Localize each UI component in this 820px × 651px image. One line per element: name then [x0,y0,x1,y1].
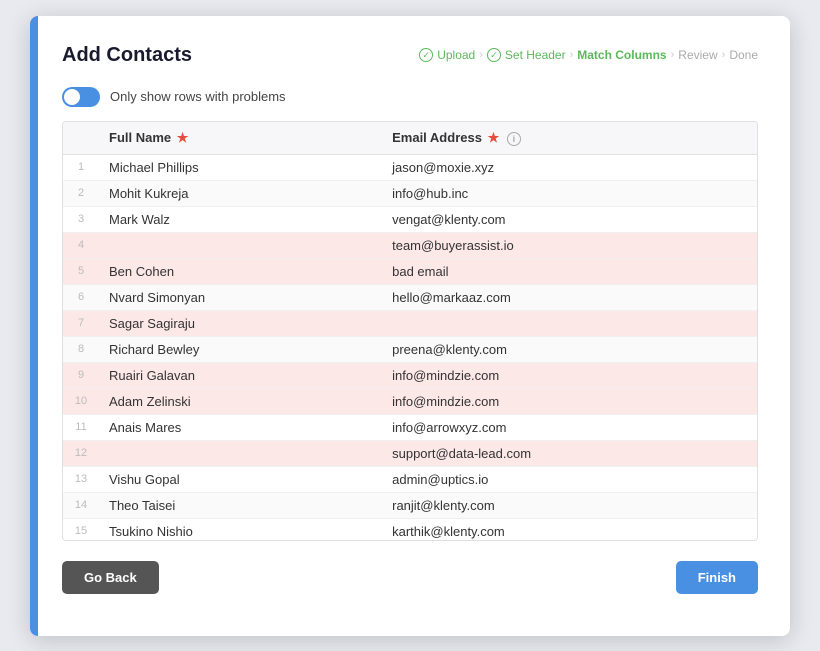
table-body: 1Michael Phillipsjason@moxie.xyz2Mohit K… [63,154,757,541]
breadcrumb-sep: › [570,49,574,61]
row-full-name: Adam Zelinski [99,388,382,414]
row-full-name: Richard Bewley [99,336,382,362]
row-num: 10 [63,388,99,414]
table-row: 9Ruairi Galavaninfo@mindzie.com [63,362,757,388]
row-email: hello@markaaz.com [382,284,757,310]
table-row: 7Sagar Sagiraju [63,310,757,336]
table-row: 8Richard Bewleypreena@klenty.com [63,336,757,362]
row-num: 12 [63,440,99,466]
row-full-name: Michael Phillips [99,154,382,180]
table-row: 14Theo Taiseiranjit@klenty.com [63,492,757,518]
breadcrumb: ✓Upload›✓Set Header›Match Columns›Review… [419,48,758,62]
breadcrumb-sep: › [671,49,675,61]
row-full-name: Theo Taisei [99,492,382,518]
breadcrumb-label: Match Columns [577,48,666,62]
row-full-name: Nvard Simonyan [99,284,382,310]
left-accent-bar [30,16,38,636]
row-num: 8 [63,336,99,362]
breadcrumb-label: Set Header [505,48,566,62]
row-num: 13 [63,466,99,492]
breadcrumb-label: Review [678,48,717,62]
row-full-name: Mark Walz [99,206,382,232]
row-num: 15 [63,518,99,541]
table-row: 5Ben Cohenbad email [63,258,757,284]
row-num: 7 [63,310,99,336]
row-email: preena@klenty.com [382,336,757,362]
breadcrumb-label: Done [729,48,758,62]
row-full-name: Anais Mares [99,414,382,440]
row-num: 11 [63,414,99,440]
check-icon: ✓ [419,48,433,62]
table-header-row: Full Name ★ Email Address ★ i [63,122,757,155]
col-email-label: Email Address [392,130,482,145]
full-name-required-star: ★ [177,130,189,145]
email-required-star: ★ [488,130,500,145]
toggle-label: Only show rows with problems [110,89,286,104]
toggle-row: Only show rows with problems [62,87,758,107]
contacts-table: Full Name ★ Email Address ★ i 1Michael P… [63,122,757,541]
row-email: info@mindzie.com [382,388,757,414]
breadcrumb-item-match-columns: Match Columns [577,48,666,62]
modal-header: Add Contacts ✓Upload›✓Set Header›Match C… [62,44,758,67]
modal-title: Add Contacts [62,44,192,67]
col-num [63,122,99,155]
row-email [382,310,757,336]
row-email: bad email [382,258,757,284]
table-row: 2Mohit Kukrejainfo@hub.inc [63,180,757,206]
breadcrumb-item-upload: ✓ Upload [419,48,475,62]
row-email: karthik@klenty.com [382,518,757,541]
row-full-name: Mohit Kukreja [99,180,382,206]
table-row: 15Tsukino Nishiokarthik@klenty.com [63,518,757,541]
row-full-name: Sagar Sagiraju [99,310,382,336]
table-row: 11Anais Maresinfo@arrowxyz.com [63,414,757,440]
row-email: vengat@klenty.com [382,206,757,232]
email-info-icon[interactable]: i [507,132,521,146]
row-email: jason@moxie.xyz [382,154,757,180]
row-email: team@buyerassist.io [382,232,757,258]
col-full-name: Full Name ★ [99,122,382,155]
row-num: 4 [63,232,99,258]
table-row: 10Adam Zelinskiinfo@mindzie.com [63,388,757,414]
breadcrumb-sep: › [722,49,726,61]
contacts-table-container: Full Name ★ Email Address ★ i 1Michael P… [62,121,758,541]
add-contacts-modal: Add Contacts ✓Upload›✓Set Header›Match C… [30,16,790,636]
problems-toggle[interactable] [62,87,100,107]
row-full-name [99,440,382,466]
go-back-button[interactable]: Go Back [62,561,159,594]
table-row: 13Vishu Gopaladmin@uptics.io [63,466,757,492]
check-icon: ✓ [487,48,501,62]
row-full-name: Vishu Gopal [99,466,382,492]
finish-button[interactable]: Finish [676,561,758,594]
row-full-name: Ben Cohen [99,258,382,284]
breadcrumb-item-done: Done [729,48,758,62]
modal-footer: Go Back Finish [62,561,758,594]
row-num: 6 [63,284,99,310]
col-email: Email Address ★ i [382,122,757,155]
table-row: 4 team@buyerassist.io [63,232,757,258]
row-email: info@mindzie.com [382,362,757,388]
table-row: 6Nvard Simonyanhello@markaaz.com [63,284,757,310]
table-row: 1Michael Phillipsjason@moxie.xyz [63,154,757,180]
row-email: admin@uptics.io [382,466,757,492]
row-email: info@arrowxyz.com [382,414,757,440]
table-row: 3Mark Walzvengat@klenty.com [63,206,757,232]
row-full-name: Tsukino Nishio [99,518,382,541]
row-num: 2 [63,180,99,206]
col-full-name-label: Full Name [109,130,171,145]
breadcrumb-item-set-header: ✓ Set Header [487,48,566,62]
row-num: 14 [63,492,99,518]
row-email: support@data-lead.com [382,440,757,466]
breadcrumb-item-review: Review [678,48,717,62]
table-row: 12 support@data-lead.com [63,440,757,466]
row-num: 3 [63,206,99,232]
breadcrumb-sep: › [479,49,483,61]
row-full-name [99,232,382,258]
row-email: info@hub.inc [382,180,757,206]
row-full-name: Ruairi Galavan [99,362,382,388]
breadcrumb-label: Upload [437,48,475,62]
row-email: ranjit@klenty.com [382,492,757,518]
row-num: 1 [63,154,99,180]
row-num: 5 [63,258,99,284]
row-num: 9 [63,362,99,388]
